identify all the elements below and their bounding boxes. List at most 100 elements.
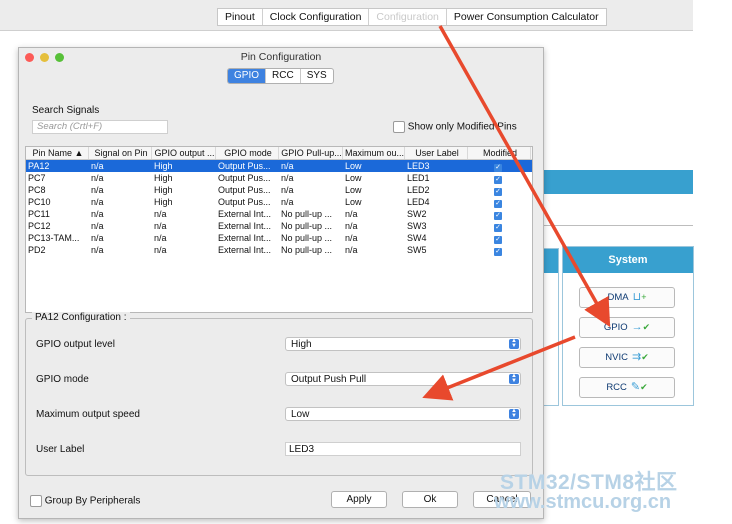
- table-cell: PC13-TAM...: [28, 233, 80, 243]
- modified-checkbox[interactable]: ✓: [494, 176, 502, 184]
- modified-cell: ✓: [468, 220, 531, 232]
- table-row[interactable]: PC13-TAM... n/a n/a External Int... No pull-…: [26, 232, 532, 244]
- table-cell: No pull-up ...: [281, 221, 333, 231]
- table-cell: High: [154, 185, 173, 195]
- column-header[interactable]: GPIO output ...: [152, 147, 216, 159]
- gpio-mode-value: Output Push Pull: [291, 374, 367, 385]
- tab-clock-configuration[interactable]: Clock Configuration: [263, 9, 370, 25]
- gpio-button-label: GPIO: [603, 322, 628, 333]
- rcc-button[interactable]: RCC ✎✔: [579, 377, 675, 398]
- select-arrows-icon: ▲ ▼: [509, 373, 519, 384]
- table-cell: LED2: [407, 185, 430, 195]
- group-by-checkbox[interactable]: [30, 495, 42, 507]
- column-header[interactable]: Signal on Pin: [89, 147, 152, 159]
- modified-cell: ✓: [468, 196, 531, 208]
- table-row[interactable]: PC8 n/a High Output Pus... n/a Low LED2 ✓: [26, 184, 532, 196]
- tab-gpio[interactable]: GPIO: [228, 69, 267, 83]
- table-cell: n/a: [91, 185, 104, 195]
- table-cell: External Int...: [218, 245, 272, 255]
- nvic-icon: ⇉: [631, 351, 642, 363]
- table-row[interactable]: PD2 n/a n/a External Int... No pull-up ... n/…: [26, 244, 532, 256]
- tab-power-consumption[interactable]: Power Consumption Calculator: [447, 9, 606, 25]
- ok-button[interactable]: Ok: [402, 491, 458, 508]
- output-level-select[interactable]: High ▲ ▼: [285, 337, 521, 351]
- table-cell: n/a: [281, 185, 294, 195]
- select-arrows-icon: ▲ ▼: [509, 338, 519, 349]
- modified-checkbox[interactable]: ✓: [494, 200, 502, 208]
- search-input[interactable]: Search (Crtl+F): [32, 120, 168, 134]
- table-cell: n/a: [91, 161, 104, 171]
- modified-checkbox[interactable]: ✓: [494, 188, 502, 196]
- pin-configuration-dialog: Pin Configuration GPIO RCC SYS Search Si…: [18, 47, 544, 519]
- table-cell: LED4: [407, 197, 430, 207]
- modified-cell: ✓: [468, 244, 531, 256]
- table-cell: n/a: [345, 245, 358, 255]
- table-cell: Output Pus...: [218, 197, 271, 207]
- nvic-button[interactable]: NVIC ⇉✔: [579, 347, 675, 368]
- user-label-input[interactable]: LED3: [285, 442, 521, 456]
- table-cell: n/a: [154, 221, 167, 231]
- table-row[interactable]: PC11 n/a n/a External Int... No pull-up ... n…: [26, 208, 532, 220]
- table-cell: PD2: [28, 245, 46, 255]
- user-label-label: User Label: [36, 444, 85, 455]
- table-cell: No pull-up ...: [281, 209, 333, 219]
- close-window-icon[interactable]: [25, 53, 34, 62]
- table-cell: n/a: [345, 209, 358, 219]
- column-header[interactable]: GPIO mode: [216, 147, 279, 159]
- table-row[interactable]: PC10 n/a High Output Pus... n/a Low LED4 ✓: [26, 196, 532, 208]
- main-tabs: Pinout Clock Configuration Configuration…: [217, 8, 607, 26]
- dialog-tabs: GPIO RCC SYS: [227, 68, 334, 84]
- modified-checkbox[interactable]: ✓: [494, 212, 502, 220]
- table-cell: High: [154, 173, 173, 183]
- table-cell: No pull-up ...: [281, 233, 333, 243]
- group-by-option[interactable]: Group By Peripherals: [30, 495, 140, 507]
- minimize-window-icon[interactable]: [40, 53, 49, 62]
- tab-pinout[interactable]: Pinout: [218, 9, 263, 25]
- column-header[interactable]: User Label: [405, 147, 468, 159]
- tab-sys[interactable]: SYS: [301, 69, 333, 83]
- output-speed-label: Maximum output speed: [36, 409, 140, 420]
- modified-checkbox[interactable]: ✓: [494, 248, 502, 256]
- output-level-label: GPIO output level: [36, 339, 115, 350]
- gpio-mode-select[interactable]: Output Push Pull ▲ ▼: [285, 372, 521, 386]
- zoom-window-icon[interactable]: [55, 53, 64, 62]
- table-cell: LED3: [407, 161, 430, 171]
- column-header[interactable]: Modified: [468, 147, 531, 159]
- modified-cell: ✓: [468, 160, 531, 172]
- tab-configuration[interactable]: Configuration: [369, 9, 447, 25]
- system-header: System: [563, 247, 693, 273]
- column-header[interactable]: GPIO Pull-up...: [279, 147, 343, 159]
- column-header[interactable]: Pin Name ▲: [26, 147, 89, 159]
- dialog-title: Pin Configuration: [240, 51, 322, 63]
- show-modified-option[interactable]: Show only Modified Pins: [393, 121, 517, 133]
- dma-button[interactable]: DMA ⊔+: [579, 287, 675, 308]
- table-header: Pin Name ▲ Signal on Pin GPIO output ...…: [26, 147, 532, 160]
- gpio-button[interactable]: GPIO →✔: [579, 317, 675, 338]
- table-cell: n/a: [91, 209, 104, 219]
- watermark-url: www.stmcu.org.cn: [494, 491, 672, 513]
- show-modified-label: Show only Modified Pins: [407, 121, 517, 133]
- table-cell: n/a: [91, 197, 104, 207]
- apply-button[interactable]: Apply: [331, 491, 387, 508]
- output-speed-value: Low: [291, 409, 310, 420]
- config-title: PA12 Configuration :: [32, 312, 130, 323]
- modified-checkbox[interactable]: ✓: [494, 224, 502, 232]
- table-row[interactable]: PA12 n/a High Output Pus... n/a Low LED3 ✓: [26, 160, 532, 172]
- divider: [540, 225, 693, 226]
- table-cell: Low: [345, 185, 362, 195]
- table-cell: Output Pus...: [218, 185, 271, 195]
- output-level-value: High: [291, 339, 312, 350]
- rcc-button-label: RCC: [606, 382, 627, 393]
- select-arrows-icon: ▲ ▼: [509, 408, 519, 419]
- modified-checkbox[interactable]: ✓: [494, 236, 502, 244]
- column-header[interactable]: Maximum ou...: [343, 147, 405, 159]
- output-speed-select[interactable]: Low ▲ ▼: [285, 407, 521, 421]
- show-modified-checkbox[interactable]: [393, 121, 405, 133]
- modified-checkbox[interactable]: ✓: [494, 164, 502, 172]
- table-row[interactable]: PC12 n/a n/a External Int... No pull-up ... n…: [26, 220, 532, 232]
- tab-rcc[interactable]: RCC: [266, 69, 301, 83]
- table-row[interactable]: PC7 n/a High Output Pus... n/a Low LED1 ✓: [26, 172, 532, 184]
- table-cell: PA12: [28, 161, 50, 171]
- modified-cell: ✓: [468, 172, 531, 184]
- group-by-label: Group By Peripherals: [44, 495, 141, 507]
